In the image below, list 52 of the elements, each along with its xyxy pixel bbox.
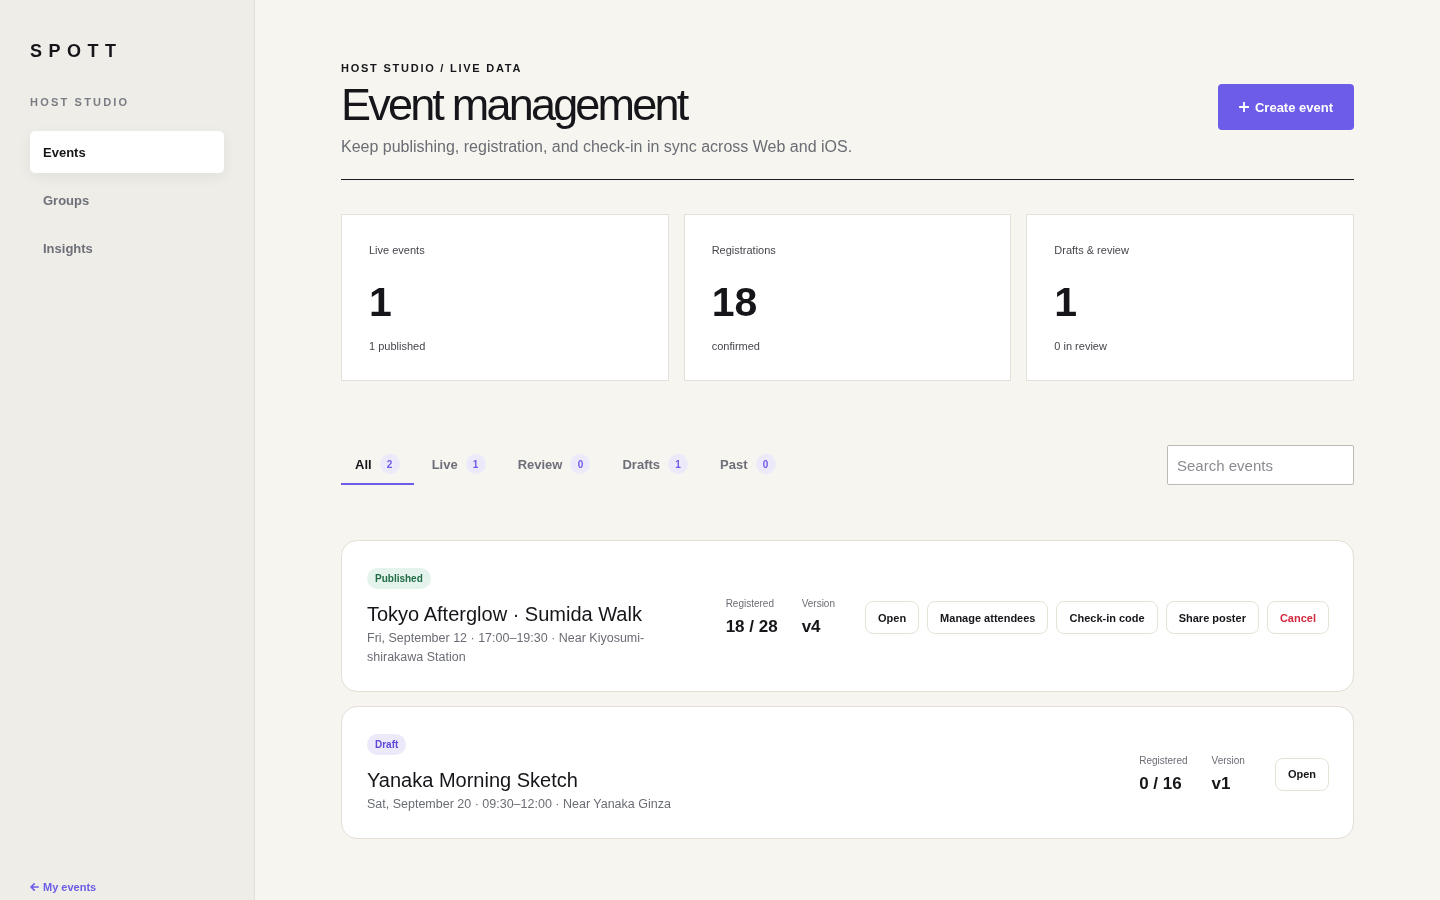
back-link[interactable]: My events bbox=[30, 881, 97, 893]
create-event-button[interactable]: Create event bbox=[1217, 84, 1354, 130]
arrow-left-icon bbox=[30, 883, 39, 891]
stat-note: 1 published bbox=[369, 339, 426, 354]
version-label: Version bbox=[1211, 754, 1245, 767]
version-label: Version bbox=[801, 598, 835, 610]
action-button[interactable]: Check-in code bbox=[1056, 601, 1158, 634]
logo: SPOTT bbox=[30, 40, 123, 62]
event-title: Yanaka Morning Sketch bbox=[367, 768, 578, 793]
registered-label: Registered bbox=[1139, 754, 1188, 767]
nav-item[interactable]: Events bbox=[30, 131, 224, 173]
action-button[interactable]: Share poster bbox=[1165, 601, 1259, 634]
tab-count: 1 bbox=[465, 454, 486, 474]
filter-tab[interactable]: Past 0 bbox=[706, 445, 790, 485]
page-subtitle: Keep publishing, registration, and check-in in sync across Web and iOS. bbox=[341, 137, 853, 157]
registered-value: 0 / 16 bbox=[1139, 773, 1182, 794]
version-value: v1 bbox=[1211, 773, 1231, 794]
plus-icon bbox=[1238, 102, 1249, 112]
action-button[interactable]: Cancel bbox=[1266, 601, 1329, 634]
stat-value: 1 bbox=[1054, 280, 1078, 324]
stat-value: 1 bbox=[369, 280, 392, 324]
stat-note: 0 in review bbox=[1054, 339, 1107, 354]
tab-count: 0 bbox=[570, 454, 591, 474]
filter-tab[interactable]: All 2 bbox=[341, 445, 414, 485]
stat-note: confirmed bbox=[711, 339, 760, 354]
nav-item[interactable]: Insights bbox=[30, 227, 224, 269]
action-button[interactable]: Manage attendees bbox=[927, 601, 1049, 634]
nav-item[interactable]: Groups bbox=[30, 179, 224, 221]
filter-tab[interactable]: Live 1 bbox=[417, 445, 500, 485]
breadcrumb: HOST STUDIO / LIVE DATA bbox=[341, 62, 523, 75]
stat-value: 18 bbox=[711, 280, 758, 324]
stat-label: Drafts & review bbox=[1054, 243, 1129, 258]
filter-tab[interactable]: Review 0 bbox=[503, 445, 605, 485]
filter-tab[interactable]: Drafts 1 bbox=[608, 445, 703, 485]
stat-label: Live events bbox=[369, 243, 425, 258]
version-value: v4 bbox=[801, 617, 821, 637]
registered-label: Registered bbox=[725, 598, 774, 610]
stat-label: Registrations bbox=[711, 243, 776, 258]
event-title: Tokyo Afterglow · Sumida Walk bbox=[367, 602, 642, 627]
action-button[interactable]: Open bbox=[865, 601, 920, 634]
tab-count: 0 bbox=[755, 454, 776, 474]
tab-count: 2 bbox=[379, 454, 400, 474]
page-title: Event management bbox=[341, 79, 687, 130]
registered-value: 18 / 28 bbox=[725, 617, 778, 637]
event-details: Fri, September 12 · 17:00–19:30 · Near Kiyosumi-shirakawa Station bbox=[367, 630, 646, 666]
status-badge: Published bbox=[367, 568, 431, 589]
status-badge: Draft bbox=[367, 734, 407, 755]
action-button[interactable]: Open bbox=[1274, 757, 1329, 791]
section-label: HOST STUDIO bbox=[30, 96, 130, 109]
search-field[interactable]: Search events bbox=[1167, 445, 1354, 485]
tab-count: 1 bbox=[668, 454, 689, 474]
event-details: Sat, September 20 · 09:30–12:00 · Near Yanaka Ginza bbox=[367, 796, 671, 813]
